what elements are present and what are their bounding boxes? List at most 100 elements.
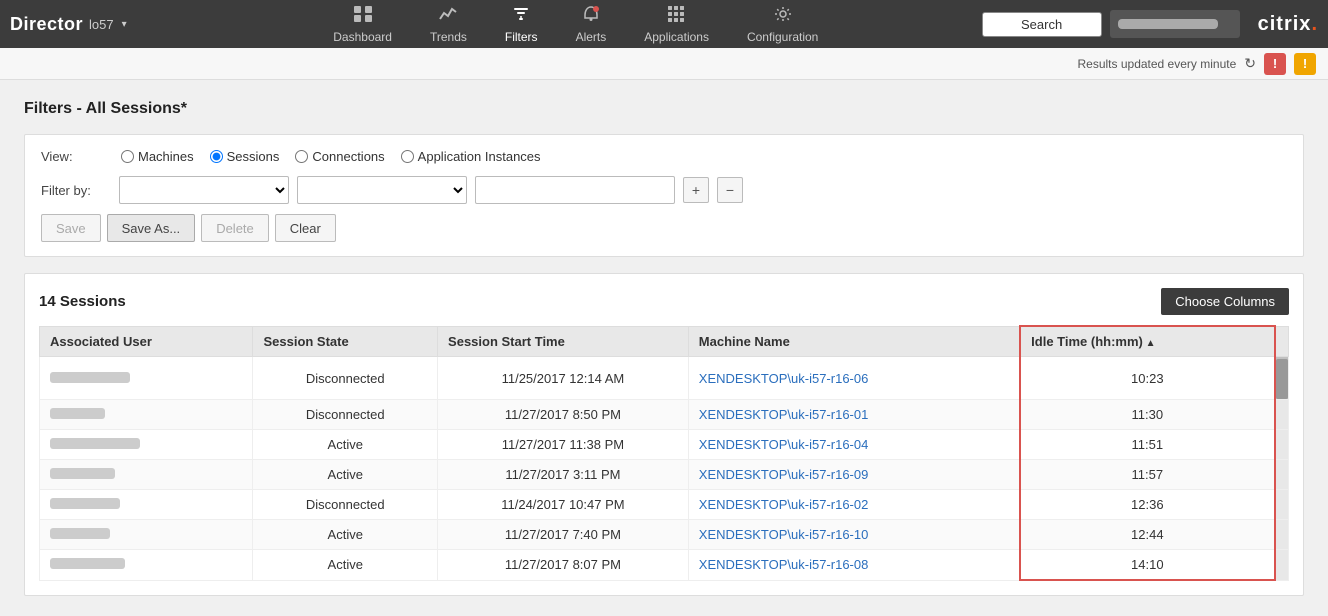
radio-machines[interactable]: Machines: [121, 149, 194, 164]
cell-user: [40, 520, 253, 550]
scroll-col-cell: [1275, 460, 1289, 490]
cell-start-time: 11/25/2017 12:14 AM: [438, 357, 689, 400]
nav-configuration-label: Configuration: [747, 30, 818, 44]
nav-alerts-label: Alerts: [576, 30, 607, 44]
topnav: Director lo57 ▾ Dashboard Trends: [0, 0, 1328, 48]
cell-state: Disconnected: [253, 490, 438, 520]
action-buttons: Save Save As... Delete Clear: [41, 214, 1287, 242]
cell-machine[interactable]: XENDESKTOP\uk-i57-r16-06: [688, 357, 1020, 400]
col-header-idle[interactable]: Idle Time (hh:mm): [1020, 326, 1274, 357]
cell-machine[interactable]: XENDESKTOP\uk-i57-r16-09: [688, 460, 1020, 490]
warn-indicator[interactable]: !: [1294, 53, 1316, 75]
table-header-row-cols: Associated User Session State Session St…: [40, 326, 1289, 357]
cell-user: [40, 400, 253, 430]
alerts-icon: [581, 5, 601, 28]
machine-link[interactable]: XENDESKTOP\uk-i57-r16-06: [699, 371, 869, 386]
col-header-state[interactable]: Session State: [253, 326, 438, 357]
col-header-user[interactable]: Associated User: [40, 326, 253, 357]
table-row: Active11/27/2017 7:40 PMXENDESKTOP\uk-i5…: [40, 520, 1289, 550]
scroll-col-cell: [1275, 490, 1289, 520]
nav-applications[interactable]: Applications: [630, 1, 723, 48]
save-button[interactable]: Save: [41, 214, 101, 242]
cell-machine[interactable]: XENDESKTOP\uk-i57-r16-10: [688, 520, 1020, 550]
nav-applications-label: Applications: [644, 30, 709, 44]
cell-idle-time: 14:10: [1020, 550, 1274, 581]
machine-link[interactable]: XENDESKTOP\uk-i57-r16-04: [699, 437, 869, 452]
user-blurred: [50, 528, 110, 539]
nav-alerts[interactable]: Alerts: [562, 1, 621, 48]
scroll-col-cell: [1275, 400, 1289, 430]
cell-idle-time: 11:51: [1020, 430, 1274, 460]
radio-sessions-label: Sessions: [227, 149, 280, 164]
site-dropdown-arrow[interactable]: ▾: [122, 19, 127, 30]
table-row: Disconnected11/25/2017 12:14 AM XENDESKTO…: [40, 357, 1289, 400]
cell-machine[interactable]: XENDESKTOP\uk-i57-r16-01: [688, 400, 1020, 430]
filterby-label: Filter by:: [41, 183, 111, 198]
nav-center: Dashboard Trends Filters: [170, 1, 982, 48]
machine-link[interactable]: XENDESKTOP\uk-i57-r16-08: [699, 557, 869, 572]
cell-user: [40, 460, 253, 490]
cell-user: [40, 490, 253, 520]
cell-idle-time: 11:30: [1020, 400, 1274, 430]
cell-start-time: 11/27/2017 8:07 PM: [438, 550, 689, 581]
table-row: Active11/27/2017 3:11 PMXENDESKTOP\uk-i5…: [40, 460, 1289, 490]
filter-value-input[interactable]: [475, 176, 675, 204]
nav-dashboard-label: Dashboard: [333, 30, 392, 44]
filterby-row: Filter by: + −: [41, 176, 1287, 204]
table-row: Active11/27/2017 11:38 PM XENDESKTOP\uk-i…: [40, 430, 1289, 460]
alert-indicator[interactable]: !: [1264, 53, 1286, 75]
cell-machine[interactable]: XENDESKTOP\uk-i57-r16-04: [688, 430, 1020, 460]
nav-filters[interactable]: Filters: [491, 1, 552, 48]
machine-link[interactable]: XENDESKTOP\uk-i57-r16-09: [699, 467, 869, 482]
col-header-machine[interactable]: Machine Name: [688, 326, 1020, 357]
citrix-logo: citrix.: [1258, 13, 1318, 36]
cell-state: Disconnected: [253, 357, 438, 400]
col-header-start[interactable]: Session Start Time: [438, 326, 689, 357]
configuration-icon: [773, 5, 793, 28]
nav-trends[interactable]: Trends: [416, 1, 481, 48]
cell-state: Active: [253, 550, 438, 581]
machine-link[interactable]: XENDESKTOP\uk-i57-r16-01: [699, 407, 869, 422]
add-filter-button[interactable]: +: [683, 177, 709, 203]
radio-sessions[interactable]: Sessions: [210, 149, 280, 164]
user-blurred: [50, 498, 120, 509]
radio-connections[interactable]: Connections: [295, 149, 384, 164]
cell-state: Disconnected: [253, 400, 438, 430]
filter-select-2[interactable]: [297, 176, 467, 204]
app-name: Director: [10, 14, 83, 35]
choose-columns-button[interactable]: Choose Columns: [1161, 288, 1289, 315]
machine-link[interactable]: XENDESKTOP\uk-i57-r16-02: [699, 497, 869, 512]
trends-icon: [438, 5, 458, 28]
nav-dashboard[interactable]: Dashboard: [319, 1, 406, 48]
user-menu[interactable]: [1110, 10, 1240, 38]
status-text: Results updated every minute: [1078, 57, 1237, 71]
cell-state: Active: [253, 460, 438, 490]
scroll-col-cell: [1275, 550, 1289, 581]
page-title: Filters - All Sessions*: [24, 100, 1304, 118]
table-section: 14 Sessions Choose Columns Associated Us…: [24, 273, 1304, 596]
user-blurred: [50, 408, 105, 419]
search-button[interactable]: Search: [982, 12, 1102, 37]
cell-machine[interactable]: XENDESKTOP\uk-i57-r16-02: [688, 490, 1020, 520]
nav-configuration[interactable]: Configuration: [733, 1, 832, 48]
dashboard-icon: [353, 5, 373, 28]
remove-filter-button[interactable]: −: [717, 177, 743, 203]
table-header-row: 14 Sessions Choose Columns: [39, 288, 1289, 315]
filters-icon: [511, 5, 531, 28]
username-blurred: [1118, 19, 1218, 29]
cell-state: Active: [253, 430, 438, 460]
machine-link[interactable]: XENDESKTOP\uk-i57-r16-10: [699, 527, 869, 542]
cell-start-time: 11/27/2017 11:38 PM: [438, 430, 689, 460]
table-row: Disconnected11/24/2017 10:47 PMXENDESKTO…: [40, 490, 1289, 520]
filter-select-1[interactable]: [119, 176, 289, 204]
cell-user: [40, 550, 253, 581]
refresh-button[interactable]: ↻: [1244, 55, 1256, 72]
save-as-button[interactable]: Save As...: [107, 214, 196, 242]
delete-button[interactable]: Delete: [201, 214, 269, 242]
clear-button[interactable]: Clear: [275, 214, 336, 242]
radio-appinstances[interactable]: Application Instances: [401, 149, 541, 164]
view-label: View:: [41, 149, 111, 164]
view-row: View: Machines Sessions Connections Appl…: [41, 149, 1287, 164]
cell-idle-time: 11:57: [1020, 460, 1274, 490]
cell-machine[interactable]: XENDESKTOP\uk-i57-r16-08: [688, 550, 1020, 581]
